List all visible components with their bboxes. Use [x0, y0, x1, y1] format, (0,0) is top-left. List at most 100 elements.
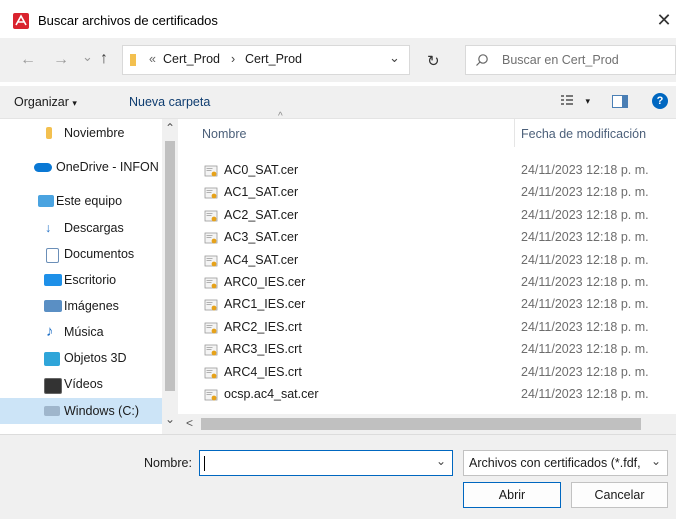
- sidebar-item-label: Windows (C:): [64, 404, 140, 418]
- certificate-file-icon: [204, 342, 218, 356]
- search-placeholder: Buscar en Cert_Prod: [502, 53, 619, 67]
- sidebar-item-documentos[interactable]: Documentos: [0, 242, 162, 266]
- file-row[interactable]: ARC4_IES.crt 24/11/2023 12:18 p. m.: [200, 361, 670, 383]
- preview-pane-icon: [622, 96, 627, 107]
- text-cursor: [204, 456, 205, 471]
- certificate-file-icon: [204, 387, 218, 401]
- filename-input[interactable]: ⌄: [199, 450, 453, 476]
- music-icon: ♪: [46, 323, 54, 340]
- scrollbar-thumb[interactable]: [165, 141, 175, 391]
- certificate-file-icon: [204, 163, 218, 177]
- file-name: AC4_SAT.cer: [224, 252, 299, 267]
- address-dropdown-icon[interactable]: ⌄: [389, 50, 400, 66]
- sidebar-item-windows-c[interactable]: Windows (C:): [0, 398, 162, 424]
- sidebar-item-label: Descargas: [64, 221, 124, 235]
- breadcrumb-item[interactable]: Cert_Prod: [245, 52, 302, 66]
- file-row[interactable]: AC3_SAT.cer 24/11/2023 12:18 p. m.: [200, 226, 670, 248]
- file-modified-date: 24/11/2023 12:18 p. m.: [521, 185, 649, 200]
- close-button[interactable]: ✕: [654, 9, 674, 31]
- file-row[interactable]: AC1_SAT.cer 24/11/2023 12:18 p. m.: [200, 181, 670, 203]
- file-type-value: Archivos con certificados (*.fdf,: [469, 456, 641, 470]
- chevron-down-icon[interactable]: ⌄: [436, 454, 446, 468]
- file-modified-date: 24/11/2023 12:18 p. m.: [521, 275, 649, 289]
- sidebar-item-label: Documentos: [64, 247, 135, 261]
- file-name: ARC2_IES.crt: [224, 319, 302, 334]
- certificate-file-icon: [204, 230, 218, 244]
- sidebar-item-videos[interactable]: Vídeos: [0, 372, 162, 396]
- preview-pane-button[interactable]: [612, 95, 628, 108]
- desktop-icon: [44, 274, 62, 286]
- window-title: Buscar archivos de certificados: [38, 13, 218, 28]
- file-modified-date: 24/11/2023 12:18 p. m.: [521, 319, 649, 334]
- scrollbar-thumb[interactable]: [201, 418, 641, 430]
- certificate-file-icon: [204, 185, 218, 199]
- file-name: ocsp.ac4_sat.cer: [224, 387, 319, 401]
- sidebar-item-label: Música: [64, 325, 104, 339]
- sidebar-item-objetos-3d[interactable]: Objetos 3D: [0, 346, 162, 370]
- view-options-button[interactable]: ▾: [560, 93, 590, 110]
- sidebar-item-imagenes[interactable]: Imágenes: [0, 294, 162, 318]
- up-arrow-icon[interactable]: ↑: [100, 50, 108, 68]
- sidebar-item-label: Noviembre: [64, 126, 125, 140]
- sidebar-item-label: Este equipo: [56, 194, 123, 208]
- scroll-left-icon[interactable]: <: [186, 416, 193, 430]
- refresh-icon[interactable]: ↻: [427, 52, 440, 70]
- view-grid-icon: [561, 95, 573, 105]
- sidebar-item-onedrive[interactable]: OneDrive - INFON: [0, 155, 162, 179]
- sidebar-item-label: Imágenes: [64, 299, 119, 313]
- file-name: ARC4_IES.crt: [224, 364, 302, 379]
- file-name: ARC1_IES.cer: [224, 297, 306, 312]
- organize-menu[interactable]: Organizar ▾: [14, 95, 77, 109]
- file-modified-date: 24/11/2023 12:18 p. m.: [521, 297, 649, 312]
- search-input[interactable]: Buscar en Cert_Prod: [465, 45, 676, 75]
- filename-label: Nombre:: [144, 456, 192, 470]
- sidebar-item-label: Escritorio: [64, 273, 117, 287]
- sidebar-item-musica[interactable]: ♪ Música: [0, 320, 162, 344]
- scroll-down-icon[interactable]: ⌄: [165, 412, 175, 426]
- sidebar-item-escritorio[interactable]: Escritorio: [0, 268, 162, 292]
- scroll-up-icon[interactable]: ⌃: [165, 121, 175, 135]
- chevron-down-icon: ▾: [72, 98, 77, 108]
- forward-arrow-icon[interactable]: →: [53, 51, 69, 69]
- address-bar[interactable]: « Cert_Prod › Cert_Prod ⌄: [122, 45, 410, 75]
- file-row[interactable]: ARC3_IES.crt 24/11/2023 12:18 p. m.: [200, 338, 670, 360]
- new-folder-button[interactable]: Nueva carpeta: [129, 95, 210, 109]
- sidebar-item-este-equipo[interactable]: Este equipo: [0, 189, 162, 213]
- file-row[interactable]: ARC1_IES.cer 24/11/2023 12:18 p. m.: [200, 293, 670, 315]
- file-row[interactable]: ARC2_IES.crt 24/11/2023 12:18 p. m.: [200, 316, 670, 338]
- certificate-file-icon: [204, 320, 218, 334]
- column-header-name[interactable]: Nombre: [202, 127, 246, 141]
- pictures-icon: [44, 300, 62, 312]
- open-button[interactable]: Abrir: [463, 482, 561, 508]
- 3d-objects-icon: [44, 352, 60, 366]
- file-row[interactable]: ARC0_IES.cer 24/11/2023 12:18 p. m.: [200, 271, 670, 293]
- sidebar-item-label: Objetos 3D: [64, 351, 127, 365]
- path-overflow-icon[interactable]: «: [149, 52, 156, 66]
- column-header-modified[interactable]: Fecha de modificación: [521, 127, 646, 141]
- horizontal-scrollbar[interactable]: <: [178, 414, 676, 434]
- document-icon: [46, 248, 59, 263]
- file-row[interactable]: AC0_SAT.cer 24/11/2023 12:18 p. m.: [200, 159, 670, 181]
- file-name: AC3_SAT.cer: [224, 230, 299, 245]
- folder-icon: [130, 54, 136, 66]
- cancel-button[interactable]: Cancelar: [571, 482, 668, 508]
- sidebar-scrollbar[interactable]: ⌃ ⌄: [162, 119, 178, 434]
- file-row[interactable]: AC4_SAT.cer 24/11/2023 12:18 p. m.: [200, 249, 670, 271]
- certificate-file-icon: [204, 365, 218, 379]
- breadcrumb-item[interactable]: Cert_Prod: [163, 52, 220, 66]
- file-modified-date: 24/11/2023 12:18 p. m.: [521, 207, 649, 222]
- file-name: ARC0_IES.cer: [224, 275, 306, 289]
- file-row[interactable]: AC2_SAT.cer 24/11/2023 12:18 p. m.: [200, 204, 670, 226]
- file-name: AC1_SAT.cer: [224, 185, 299, 200]
- chevron-down-icon[interactable]: ⌄: [651, 454, 661, 468]
- computer-icon: [38, 195, 54, 207]
- back-arrow-icon[interactable]: ←: [20, 51, 36, 69]
- recent-locations-icon[interactable]: ⌄: [82, 49, 93, 65]
- sidebar-item-descargas[interactable]: ↓ Descargas: [0, 216, 162, 240]
- adobe-acrobat-icon: [13, 13, 29, 29]
- certificate-file-icon: [204, 297, 218, 311]
- file-type-select[interactable]: Archivos con certificados (*.fdf, ⌄: [463, 450, 668, 476]
- file-row[interactable]: ocsp.ac4_sat.cer 24/11/2023 12:18 p. m.: [200, 383, 670, 405]
- help-icon[interactable]: ?: [652, 93, 668, 109]
- sidebar-item-noviembre[interactable]: Noviembre: [0, 121, 162, 145]
